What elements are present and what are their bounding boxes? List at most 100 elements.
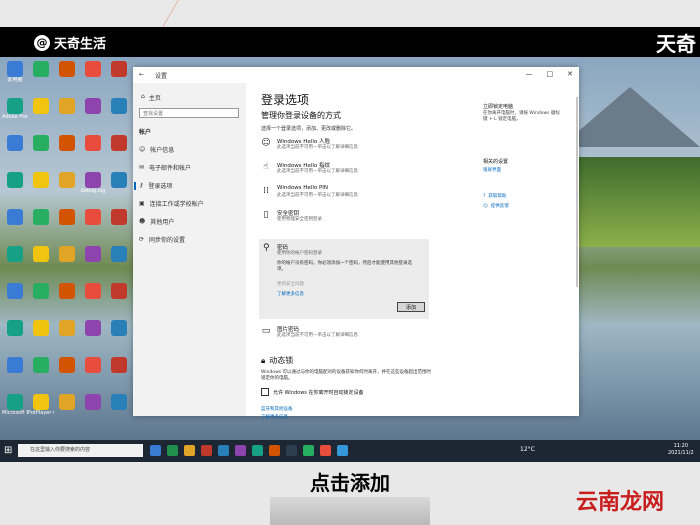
desktop-icon[interactable] [106,135,132,151]
desktop-icon[interactable]: Microsoft Edge [2,394,28,416]
desktop-icon[interactable] [2,283,28,299]
bluetooth-link[interactable]: 蓝牙和其他设备 [261,406,293,412]
desktop-icon[interactable] [54,357,80,373]
app-icon[interactable] [320,445,331,456]
desktop-icon[interactable] [54,320,80,336]
desktop-icon[interactable] [28,320,54,336]
taskbar-search-input[interactable]: 在这里输入你要搜索的内容 [18,444,143,457]
clock[interactable]: 11:20 2021/11/2 [668,443,694,457]
desktop-icon[interactable] [80,320,106,336]
option-fingerprint[interactable]: ☝ Windows Hello 指纹 此选项当前不可用—单击以了解详细信息 [261,161,426,181]
desktop-icon[interactable] [106,320,132,336]
desktop-icon[interactable] [106,172,132,188]
dynamic-lock-checkbox[interactable]: 允许 Windows 在你离开时自动锁定设备 [261,388,364,396]
nav-item-sign-in-options[interactable]: ⚷ 登录选项 [134,181,172,190]
option-pin[interactable]: ⁞⁞ Windows Hello PIN 此选项当前不可用—单击以了解详细信息 [261,185,426,205]
app-icon[interactable] [201,445,212,456]
minimize-button[interactable]: — [526,70,533,78]
app-icon[interactable] [269,445,280,456]
desktop-icon[interactable] [2,135,28,151]
app-icon[interactable] [286,445,297,456]
edge-icon[interactable] [167,445,178,456]
back-arrow-icon[interactable]: ← [139,71,144,78]
desktop-icon[interactable] [80,135,106,151]
nav-item-account-info[interactable]: ☺ 帐户信息 [139,145,174,154]
desktop-icon[interactable] [2,246,28,262]
desktop-icon[interactable]: 此电脑 [2,61,28,83]
close-button[interactable]: ✕ [567,70,573,78]
app-icon [33,98,49,114]
nav-item-other-users[interactable]: ☻ 其他用户 [139,217,174,226]
desktop-icon[interactable] [80,283,106,299]
desktop-icon[interactable] [54,246,80,262]
desktop-icon[interactable] [28,209,54,225]
desktop-icon[interactable] [54,209,80,225]
nav-item-sync[interactable]: ⟳ 同步你的设置 [139,235,185,244]
task-view-icon[interactable] [150,445,161,456]
desktop-icon[interactable] [80,246,106,262]
desktop-icon[interactable] [54,98,80,114]
nav-home[interactable]: ⌂ 主页 [141,93,161,102]
desktop-icon[interactable] [80,394,106,410]
desktop-icon[interactable]: PotPlayer 64 bit [28,394,54,416]
get-help-link[interactable]: ? 获取帮助 [483,193,507,200]
desktop-icon[interactable] [2,357,28,373]
desktop-icon[interactable] [28,135,54,151]
add-password-button[interactable]: 添加 [397,302,425,312]
picture-icon: ▭ [261,326,271,336]
app-icon[interactable] [337,445,348,456]
desktop-icon[interactable] [54,172,80,188]
dynamic-lock-learn-more-link[interactable]: 了解更多信息 [261,414,288,420]
desktop-icon[interactable] [80,98,106,114]
desktop-icon[interactable] [54,135,80,151]
desktop-icon[interactable] [106,283,132,299]
update-security-questions-link[interactable]: 更新安全问题 [277,281,304,287]
lock-screen-link[interactable]: 锁屏界面 [483,167,501,173]
desktop-icon[interactable] [106,357,132,373]
desktop-icon[interactable]: Adobe Premiere [2,98,28,120]
feedback-link[interactable]: ☺ 提供反馈 [483,203,509,210]
app-icon [111,394,127,410]
scrollbar[interactable] [576,97,578,287]
desktop-icon[interactable] [2,209,28,225]
settings-search-input[interactable]: 查找设置 [139,108,239,118]
option-security-key[interactable]: ▯ 安全密钥 使用物理安全密钥登录 [261,209,426,229]
desktop-icon[interactable] [106,61,132,77]
option-picture-password[interactable]: ▭ 图片密码 此选项当前不可用—单击以了解详细信息 [261,325,426,345]
nav-item-email[interactable]: ✉ 电子邮件和帐户 [139,163,191,172]
desktop-icon[interactable] [54,61,80,77]
maximize-button[interactable]: □ [547,70,554,78]
desktop-icon[interactable]: debug.log [80,172,106,194]
desktop-icon[interactable] [28,172,54,188]
desktop-icon[interactable] [54,283,80,299]
desktop-icon[interactable] [80,209,106,225]
get-help-label: 获取帮助 [488,194,507,199]
app-icon[interactable] [303,445,314,456]
desktop-icon[interactable] [28,98,54,114]
nav-item-work-school[interactable]: ▣ 连接工作或学校帐户 [139,199,204,208]
desktop-icon[interactable] [28,246,54,262]
app-icon[interactable] [252,445,263,456]
desktop-icon[interactable] [54,394,80,410]
option-face[interactable]: ☺ Windows Hello 人脸 此选项当前不可用—单击以了解详细信息 [261,137,426,157]
usb-key-icon: ▯ [263,210,269,220]
weather-widget[interactable]: 12°C [520,446,535,453]
desktop-icon[interactable] [80,357,106,373]
windows-start-icon[interactable]: ⊞ [4,445,12,456]
folder-icon[interactable] [184,445,195,456]
desktop-icon[interactable] [106,209,132,225]
desktop-icon[interactable] [2,172,28,188]
checkbox-box[interactable] [261,388,269,396]
learn-more-link[interactable]: 了解更多信息 [277,291,304,297]
settings-icon[interactable] [218,445,229,456]
desktop-icon[interactable] [2,320,28,336]
desktop-icon[interactable] [106,394,132,410]
app-icon[interactable] [235,445,246,456]
desktop-icon[interactable] [28,283,54,299]
desktop-icon[interactable] [28,61,54,77]
desktop-icon[interactable] [80,61,106,77]
desktop-icon[interactable] [28,357,54,373]
app-icon [59,246,75,262]
desktop-icon[interactable] [106,246,132,262]
desktop-icon[interactable] [106,98,132,114]
